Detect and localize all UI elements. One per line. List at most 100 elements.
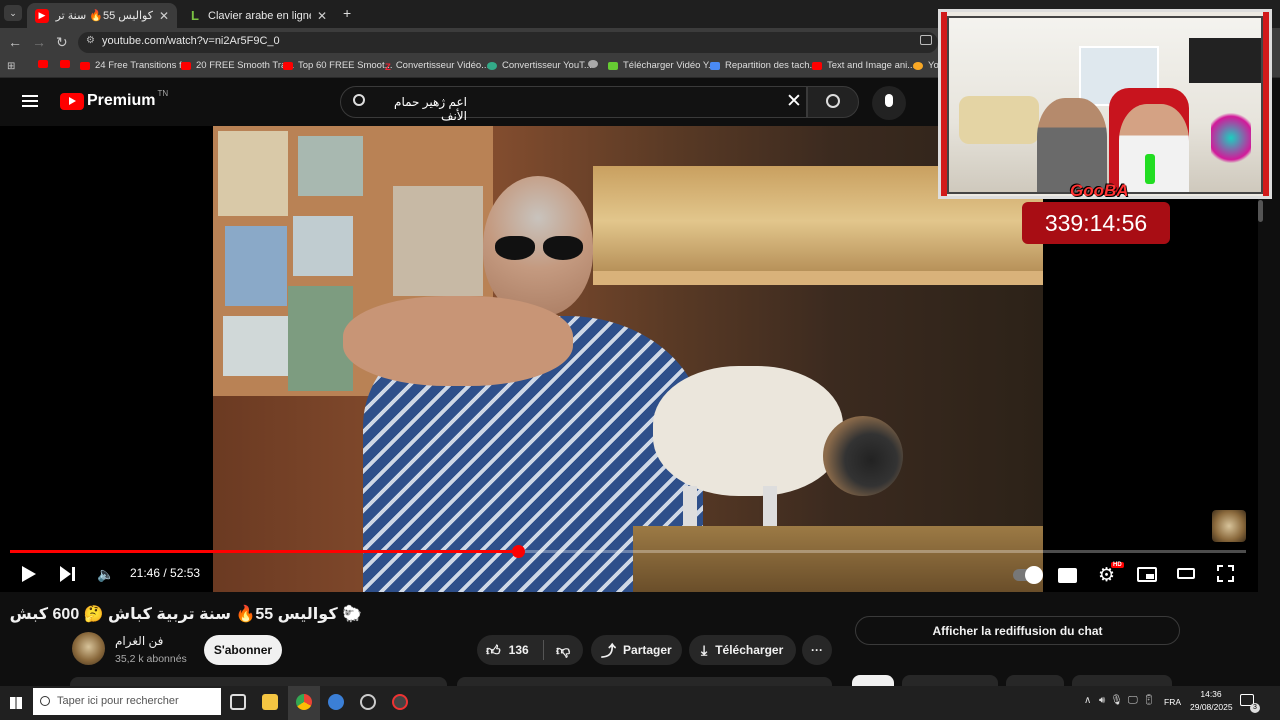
close-tab-icon[interactable]: ✕ <box>159 9 169 23</box>
docs-icon <box>710 61 720 70</box>
photo <box>218 131 288 216</box>
progress-scrubber[interactable] <box>511 545 525 558</box>
man-hands <box>343 296 573 386</box>
next-video-icon[interactable] <box>60 566 76 582</box>
subscriber-count: 35,2 k abonnés <box>115 653 187 665</box>
tab-lexilogos[interactable]: L Clavier arabe en ligne • Lexilog ✕ <box>180 3 335 28</box>
youtube-icon: ▶ <box>35 8 49 23</box>
obs-icon[interactable] <box>392 694 408 710</box>
page-scrollbar[interactable] <box>1258 200 1263 222</box>
address-bar[interactable]: ⚙ youtube.com/watch?v=ni2Ar5F9C_0 <box>78 32 938 53</box>
hamburger-menu-icon[interactable] <box>22 95 38 107</box>
bookmark-item[interactable]: 20 FREE Smooth Tra... <box>181 60 294 71</box>
search-box[interactable]: اعم ژهير حمام الأنف ✕ <box>340 86 807 123</box>
stream-countdown: 339:14:56 <box>1022 202 1170 244</box>
taskbar-search-placeholder: Taper ici pour rechercher <box>57 695 179 707</box>
language-indicator[interactable]: FRA <box>1164 697 1181 707</box>
volume-icon[interactable]: 🔈 <box>97 566 114 583</box>
fullscreen-icon[interactable] <box>1217 565 1234 582</box>
thumbs-down-icon: 👎︎ <box>556 641 571 658</box>
bookmark-item[interactable]: Top 60 FREE Smoot... <box>283 60 393 71</box>
site-info-icon[interactable]: ⚙ <box>86 35 95 46</box>
bookmark-item[interactable]: Convertisseur YouT... <box>487 60 592 71</box>
chrome-icon[interactable] <box>296 694 312 710</box>
streamer-tag: GooBA <box>1070 181 1129 200</box>
reload-icon[interactable]: ↻ <box>56 34 68 51</box>
tab-title: كواليس 55🔥 سنة تربية (22) <box>55 10 153 22</box>
back-arrow-icon[interactable]: ← <box>8 34 22 50</box>
clock-time: 14:36 <box>1200 689 1222 699</box>
cast-icon[interactable] <box>920 35 932 45</box>
subtitles-icon[interactable] <box>1058 568 1077 583</box>
tray-chevron-icon[interactable]: ∧ <box>1084 695 1091 706</box>
bookmark-item[interactable]: Yo <box>913 60 939 71</box>
youtube-icon <box>812 61 822 70</box>
bookmark-item[interactable]: Text and Image ani... <box>812 60 915 71</box>
rgb-lights <box>1211 108 1251 168</box>
tab-title: Clavier arabe en ligne • Lexilog <box>208 9 311 22</box>
voice-search-button[interactable] <box>872 86 906 120</box>
download-button[interactable]: ⤓ Télécharger <box>689 635 796 665</box>
play-icon[interactable] <box>22 566 36 582</box>
new-tab-button[interactable]: + <box>343 5 351 21</box>
webcam-overlay <box>938 9 1272 199</box>
bookmark-item[interactable] <box>588 60 603 68</box>
tab-search-button[interactable]: ⌄ <box>4 5 22 21</box>
share-button[interactable]: ⤴ Partager <box>591 635 682 665</box>
bookmark-item[interactable] <box>38 60 53 68</box>
windows-taskbar: Taper ici pour rechercher ∧ 🔊︎🎙︎🖵︎🔋︎ FRA… <box>0 686 1280 720</box>
youtube-icon <box>80 61 90 70</box>
search-icon <box>353 94 365 106</box>
photo <box>298 136 363 196</box>
bookmark-item[interactable]: Télécharger Vidéo Y... <box>608 60 716 71</box>
channel-name[interactable]: فن الغرام <box>115 634 163 648</box>
theater-mode-icon[interactable] <box>1177 568 1195 579</box>
apps-grid-icon[interactable]: ⊞ <box>7 61 15 72</box>
task-view-icon[interactable] <box>230 694 246 710</box>
bookmark-item[interactable] <box>60 60 75 68</box>
channel-watermark[interactable] <box>1212 510 1246 542</box>
lexilogos-icon: L <box>191 8 199 23</box>
video-frame[interactable] <box>213 126 1043 592</box>
hd-badge: HD <box>1111 562 1124 568</box>
webcam-feed <box>947 16 1263 194</box>
autoplay-toggle[interactable] <box>1013 566 1043 584</box>
youtube-logo[interactable]: Premium TN <box>60 89 168 110</box>
photo <box>393 186 483 296</box>
sofa <box>959 96 1039 144</box>
tray-icons[interactable]: 🔊︎🎙︎🖵︎🔋︎ <box>1099 695 1160 706</box>
system-clock[interactable]: 14:36 29/08/2025 <box>1190 688 1233 714</box>
file-explorer-icon[interactable] <box>262 694 278 710</box>
converter-icon <box>487 61 497 70</box>
notification-count: 3 <box>1250 703 1260 713</box>
miniplayer-icon[interactable] <box>1137 567 1157 582</box>
more-dots-icon: ··· <box>811 643 823 657</box>
windows-start-icon[interactable] <box>10 697 22 709</box>
tab-youtube-video[interactable]: ▶ كواليس 55🔥 سنة تربية (22) ✕ <box>27 3 177 28</box>
like-button[interactable]: 👍︎ 136 <box>477 642 543 659</box>
taskbar-search[interactable]: Taper ici pour rechercher <box>33 688 221 715</box>
sheep-body <box>653 366 843 496</box>
tv-screen <box>1189 38 1261 83</box>
player-controls: 🔈 21:46 / 52:53 ⚙ HD <box>0 545 1258 592</box>
bookmark-item[interactable]: 24 Free Transitions f... <box>80 60 190 71</box>
dislike-button[interactable]: 👎︎ <box>544 642 570 659</box>
search-button[interactable] <box>807 86 859 118</box>
clear-search-icon[interactable]: ✕ <box>786 90 802 113</box>
close-tab-icon[interactable]: ✕ <box>317 9 327 23</box>
like-count: 136 <box>508 643 529 657</box>
media-player-icon[interactable] <box>360 694 376 710</box>
search-input[interactable]: اعم ژهير حمام الأنف <box>377 95 467 123</box>
photo <box>293 216 353 276</box>
progress-bar[interactable] <box>10 545 1246 558</box>
subscribe-button[interactable]: S'abonner <box>204 635 282 665</box>
forward-arrow-icon[interactable]: → <box>32 34 46 50</box>
bookmark-item[interactable]: Repartition des tach... <box>710 60 817 71</box>
youtube-icon <box>181 61 191 70</box>
webcam-frame-right-accent <box>1263 12 1269 196</box>
app-icon[interactable] <box>328 694 344 710</box>
show-chat-replay-button[interactable]: Afficher la rediffusion du chat <box>855 616 1180 645</box>
more-actions-button[interactable]: ··· <box>802 635 832 665</box>
channel-avatar[interactable] <box>72 632 105 665</box>
bookmark-item[interactable]: Z Convertisseur Vidéo... <box>385 60 489 73</box>
